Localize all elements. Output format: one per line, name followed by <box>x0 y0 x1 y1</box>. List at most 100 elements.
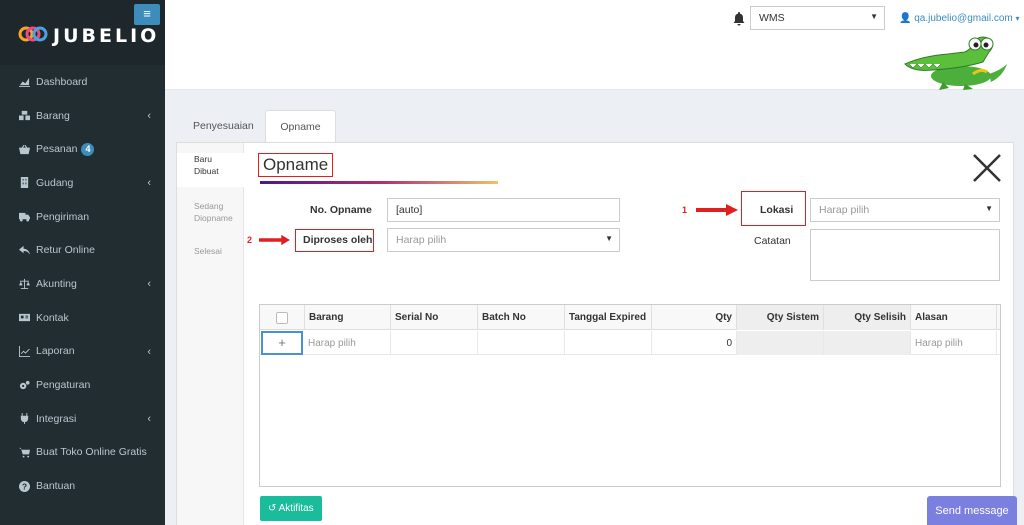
sidebar-item-gudang[interactable]: Gudang ‹ <box>0 166 165 200</box>
lokasi-label: Lokasi <box>760 204 794 216</box>
side-tab-label: Sedang Diopname <box>194 201 233 223</box>
aktifitas-button-label: Aktifitas <box>278 503 314 514</box>
sidebar-item-label: Akunting <box>36 277 77 290</box>
title-underline <box>260 181 498 184</box>
grid-header-barang[interactable]: Barang <box>305 305 391 330</box>
side-tab-label: Selesai <box>194 246 222 256</box>
tab-penyesuaian[interactable]: Penyesuaian <box>179 110 268 142</box>
sidebar-item-pengiriman[interactable]: Pengiriman <box>0 200 165 234</box>
close-icon[interactable] <box>972 153 1002 183</box>
sidebar-item-buat-toko[interactable]: Buat Toko Online Gratis <box>0 436 165 470</box>
sidebar-item-label: Integrasi <box>36 412 77 425</box>
sidebar-item-label: Pengiriman <box>36 210 90 223</box>
side-tab-label: Baru Dibuat <box>194 154 219 176</box>
sidebar-item-label: Pengaturan <box>36 379 91 392</box>
catatan-label: Catatan <box>754 235 791 247</box>
sidebar-item-kontak[interactable]: Kontak <box>0 301 165 335</box>
sidebar-item-dashboard[interactable]: Dashboard <box>0 65 165 99</box>
caret-down-icon: ▾ <box>1015 14 1020 23</box>
sidebar-item-retur-online[interactable]: Retur Online <box>0 233 165 267</box>
lokasi-placeholder: Harap pilih <box>819 204 870 216</box>
user-menu[interactable]: 👤 qa.jubelio@gmail.com ▾ <box>899 13 1020 24</box>
question-circle-icon: ? <box>18 480 30 492</box>
grid-header-qty-sistem[interactable]: Qty Sistem <box>737 305 824 330</box>
aktifitas-button[interactable]: ↺ Aktifitas <box>260 496 322 521</box>
no-opname-input[interactable]: [auto] <box>387 198 620 222</box>
red-arrow-right-icon <box>696 204 738 216</box>
grid-header-qty-selisih[interactable]: Qty Selisih <box>824 305 911 330</box>
sidebar-item-akunting[interactable]: Akunting ‹ <box>0 267 165 301</box>
diproses-oleh-select[interactable]: Harap pilih ▼ <box>387 228 620 252</box>
sidebar-item-label: Pesanan <box>36 143 78 156</box>
warehouse-select[interactable]: WMS ▼ <box>750 6 885 30</box>
sidebar-toggle-button[interactable]: ≡ <box>134 4 160 25</box>
add-row-button[interactable]: + <box>261 331 303 355</box>
sidebar-item-label: Laporan <box>36 345 75 358</box>
annotation-number-1: 1 <box>682 205 688 215</box>
opname-panel: Baru Dibuat Sedang Diopname Selesai Opna… <box>176 142 1014 525</box>
address-card-icon <box>18 312 30 324</box>
chevron-left-icon: ‹ <box>147 345 151 358</box>
caret-down-icon: ▼ <box>985 204 993 213</box>
tab-opname[interactable]: Opname <box>265 110 336 142</box>
opname-items-grid: Barang Serial No Batch No Tanggal Expire… <box>259 304 1001 487</box>
side-tab-sedang-diopname[interactable]: Sedang Diopname <box>177 200 244 224</box>
jubelio-logo-icon <box>18 26 48 42</box>
annotation-number-2: 2 <box>247 235 253 245</box>
diproses-oleh-placeholder: Harap pilih <box>396 234 447 246</box>
grid-header-tanggal-expired[interactable]: Tanggal Expired <box>565 305 652 330</box>
red-arrow-right-icon <box>259 234 290 246</box>
sidebar-item-pengaturan[interactable]: Pengaturan <box>0 368 165 402</box>
chart-area-icon <box>18 76 30 88</box>
grid-header-alasan[interactable]: Alasan <box>911 305 997 330</box>
bell-icon[interactable] <box>733 12 745 26</box>
no-opname-label: No. Opname <box>310 204 372 216</box>
cart-icon <box>18 446 30 458</box>
grid-header-serial-no[interactable]: Serial No <box>391 305 478 330</box>
batch-no-cell[interactable] <box>478 331 565 355</box>
sidebar-item-barang[interactable]: Barang ‹ <box>0 99 165 133</box>
top-header: WMS ▼ 👤 qa.jubelio@gmail.com ▾ <box>165 0 1024 90</box>
sidebar-item-label: Retur Online <box>36 244 95 257</box>
sidebar-item-label: Bantuan <box>36 480 76 493</box>
side-tab-selesai[interactable]: Selesai <box>177 245 244 257</box>
catatan-textarea[interactable] <box>810 229 1000 281</box>
serial-no-cell[interactable] <box>391 331 478 355</box>
chevron-left-icon: ‹ <box>147 109 151 122</box>
caret-down-icon: ▼ <box>605 234 613 243</box>
brand-name: JUBELIO <box>53 25 160 47</box>
qty-cell[interactable]: 0 <box>652 331 737 355</box>
reply-icon <box>18 244 30 256</box>
pesanan-count-badge: 4 <box>81 142 95 156</box>
user-icon: 👤 <box>899 13 912 24</box>
barang-cell[interactable]: Harap pilih <box>304 331 391 355</box>
chevron-left-icon: ‹ <box>147 177 151 190</box>
grid-header-batch-no[interactable]: Batch No <box>478 305 565 330</box>
history-icon: ↺ <box>268 503 277 514</box>
sidebar-menu: Dashboard Barang ‹ Pesanan 4 Gudang ‹ Pe… <box>0 65 165 503</box>
grid-header-qty[interactable]: Qty <box>652 305 737 330</box>
sidebar-item-laporan[interactable]: Laporan ‹ <box>0 335 165 369</box>
sidebar-item-bantuan[interactable]: ? Bantuan <box>0 469 165 503</box>
sidebar-item-label: Kontak <box>36 311 69 324</box>
grid-header: Barang Serial No Batch No Tanggal Expire… <box>260 305 1000 330</box>
line-chart-icon <box>18 345 30 357</box>
grid-header-select <box>260 305 305 330</box>
select-all-checkbox[interactable] <box>276 312 288 324</box>
sidebar-item-label: Dashboard <box>36 75 88 88</box>
plug-icon <box>18 413 30 425</box>
lokasi-select[interactable]: Harap pilih ▼ <box>810 198 1000 222</box>
side-tab-baru-dibuat[interactable]: Baru Dibuat <box>177 153 245 187</box>
form-content: Opname No. Opname [auto] 2 Diproses oleh… <box>244 143 1013 525</box>
sidebar-item-label: Barang <box>36 109 70 122</box>
basket-icon <box>18 143 30 155</box>
page-title: Opname <box>258 153 334 177</box>
sidebar-item-pesanan[interactable]: Pesanan 4 <box>0 132 165 166</box>
tanggal-expired-cell[interactable] <box>565 331 652 355</box>
brand-logo[interactable]: JUBELIO ≡ <box>0 0 165 65</box>
sidebar-item-integrasi[interactable]: Integrasi ‹ <box>0 402 165 436</box>
balance-scale-icon <box>18 278 30 290</box>
building-icon <box>18 177 30 189</box>
send-message-button[interactable]: Send message <box>927 496 1017 525</box>
alasan-cell[interactable]: Harap pilih <box>911 331 997 355</box>
